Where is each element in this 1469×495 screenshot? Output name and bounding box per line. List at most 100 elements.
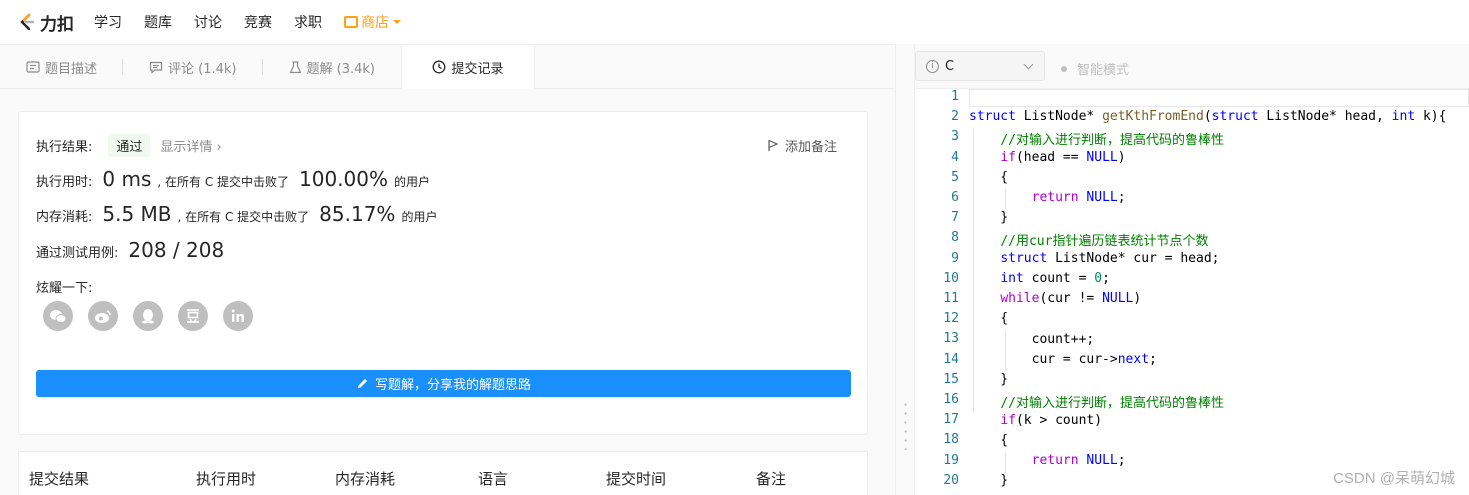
nav-discuss[interactable]: 讨论 bbox=[194, 12, 222, 32]
line-number: 20 bbox=[943, 472, 959, 488]
tab-description[interactable]: 题目描述 bbox=[0, 45, 124, 89]
code-line-15: } bbox=[969, 372, 1009, 387]
top-navbar: 力扣 学习 题库 讨论 竞赛 求职 商店 bbox=[0, 0, 1469, 44]
nav-problems[interactable]: 题库 bbox=[144, 12, 172, 32]
share-row: 炫耀一下: bbox=[36, 277, 92, 296]
line-number: 1 bbox=[951, 89, 959, 104]
line-number: 3 bbox=[951, 129, 959, 145]
line-number: 17 bbox=[943, 412, 959, 428]
runtime-tail: 的用户 bbox=[394, 175, 431, 189]
watermark: CSDN @呆萌幻城 bbox=[1333, 470, 1455, 487]
leetcode-logo[interactable]: 力扣 bbox=[18, 10, 74, 35]
line-number: 13 bbox=[943, 331, 959, 347]
code-line-20: } bbox=[969, 473, 1009, 488]
code-line-17: if(k > count) bbox=[1000, 413, 1103, 428]
col-submit-time: 提交时间 bbox=[606, 470, 667, 488]
smart-mode-label: 智能模式 bbox=[1077, 63, 1130, 78]
line-number: 6 bbox=[951, 190, 959, 205]
write-solution-label: 写题解，分享我的解题思路 bbox=[374, 378, 531, 393]
nav-jobs[interactable]: 求职 bbox=[294, 12, 322, 32]
add-note-button[interactable]: 添加备注 bbox=[767, 136, 837, 155]
code-line-12: { bbox=[969, 311, 1009, 326]
code-editor[interactable]: 1 2 3 4 5 6 7 8 9 10 11 12 13 14 15 16 17 18 19 20 struct L… bbox=[915, 89, 1469, 495]
language-value: C bbox=[945, 58, 955, 74]
pane-splitter[interactable] bbox=[895, 44, 915, 495]
line-number-gutter: 1 2 3 4 5 6 7 8 9 10 11 12 13 14 15 16 17 18 19 20 bbox=[915, 89, 967, 495]
nav-store-label: 商店 bbox=[361, 15, 389, 31]
logo-text: 力扣 bbox=[40, 14, 74, 35]
code-line-11: while(cur != NULL) bbox=[1000, 291, 1142, 306]
submissions-table-header: 提交结果 执行用时 内存消耗 语言 提交时间 备注 bbox=[18, 451, 868, 495]
line-number: 5 bbox=[951, 169, 959, 185]
show-details-link[interactable]: 显示详情 › bbox=[160, 136, 221, 155]
code-line-8: //用cur指针遍历链表统计节点个数 bbox=[1000, 234, 1209, 249]
testcases-row: 通过测试用例: 208 / 208 bbox=[36, 238, 230, 262]
comment-icon bbox=[149, 61, 163, 74]
line-number: 8 bbox=[951, 230, 959, 246]
status-badge: 通过 bbox=[108, 134, 151, 157]
weibo-icon[interactable] bbox=[88, 301, 118, 331]
runtime-percent: 100.00% bbox=[299, 167, 388, 191]
line-number: 7 bbox=[951, 210, 959, 226]
current-line-highlight bbox=[969, 89, 1469, 107]
qq-icon[interactable] bbox=[133, 301, 163, 331]
smart-mode-toggle[interactable]: 智能模式 bbox=[1061, 59, 1129, 78]
chevron-down-icon bbox=[1023, 59, 1034, 70]
code-line-19: return NULL; bbox=[1031, 453, 1126, 468]
code-line-2: struct ListNode* getKthFromEnd(struct Li… bbox=[969, 109, 1447, 124]
submission-pane: 执行结果: 通过 显示详情 › 添加备注 执行用时: 0 ms , 在所有 C … bbox=[0, 89, 895, 495]
dot-icon bbox=[1061, 65, 1067, 72]
logo-icon bbox=[20, 13, 35, 31]
col-language: 语言 bbox=[478, 470, 509, 488]
nav-store[interactable]: 商店 bbox=[344, 12, 401, 32]
linkedin-icon[interactable] bbox=[223, 301, 253, 331]
line-number: 18 bbox=[943, 432, 959, 448]
code-line-10: int count = 0; bbox=[1000, 271, 1110, 286]
code-line-13: count++; bbox=[969, 332, 1095, 347]
wechat-icon[interactable] bbox=[43, 301, 73, 331]
tab-comments[interactable]: 评论 (1.4k) bbox=[123, 45, 263, 89]
line-number: 15 bbox=[943, 371, 959, 387]
editor-toolbar: i C 智能模式 bbox=[915, 44, 1469, 89]
line-number: 14 bbox=[943, 351, 959, 367]
write-solution-button[interactable]: 写题解，分享我的解题思路 bbox=[36, 370, 851, 397]
memory-label: 内存消耗: bbox=[36, 210, 93, 225]
document-icon bbox=[26, 61, 40, 73]
tab-solutions[interactable]: 题解 (3.4k) bbox=[263, 45, 401, 89]
code-line-5: { bbox=[969, 170, 1009, 185]
tab-comments-label: 评论 (1.4k) bbox=[168, 61, 237, 77]
code-line-9: struct ListNode* cur = head; bbox=[1000, 251, 1220, 266]
testcases-value: 208 / 208 bbox=[128, 238, 225, 262]
nav-links: 学习 题库 讨论 竞赛 求职 商店 bbox=[94, 12, 423, 32]
line-number: 2 bbox=[951, 109, 959, 125]
code-line-7: } bbox=[969, 210, 1009, 225]
info-icon: i bbox=[926, 59, 939, 73]
runtime-value: 0 ms bbox=[102, 167, 152, 191]
line-number: 19 bbox=[943, 452, 959, 468]
col-notes: 备注 bbox=[756, 470, 787, 488]
memory-value: 5.5 MB bbox=[102, 202, 172, 226]
douban-icon[interactable] bbox=[178, 301, 208, 331]
runtime-beats-text: , 在所有 C 提交中击败了 bbox=[157, 175, 290, 189]
add-note-label: 添加备注 bbox=[784, 140, 837, 155]
col-result: 提交结果 bbox=[29, 470, 90, 488]
nav-learn[interactable]: 学习 bbox=[94, 12, 122, 32]
line-number: 4 bbox=[951, 149, 959, 165]
problem-tabs: 题目描述 评论 (1.4k) 题解 (3.4k) 提交记录 bbox=[0, 44, 895, 89]
tab-solutions-label: 题解 (3.4k) bbox=[306, 61, 375, 77]
tab-submissions[interactable]: 提交记录 bbox=[400, 45, 535, 89]
code-line-3: //对输入进行判断，提高代码的鲁棒性 bbox=[1000, 133, 1224, 148]
tab-submissions-label: 提交记录 bbox=[451, 61, 504, 77]
col-runtime: 执行用时 bbox=[196, 470, 257, 488]
code-line-18: { bbox=[969, 433, 1009, 448]
flag-icon bbox=[768, 139, 779, 151]
memory-tail: 的用户 bbox=[401, 210, 438, 224]
language-select[interactable]: i C bbox=[915, 51, 1045, 81]
line-number: 12 bbox=[943, 311, 959, 327]
drag-handle-icon[interactable] bbox=[904, 400, 907, 450]
flask-icon bbox=[289, 60, 302, 74]
nav-contest[interactable]: 竞赛 bbox=[244, 12, 272, 32]
memory-row: 内存消耗: 5.5 MB , 在所有 C 提交中击败了 85.17% 的用户 bbox=[36, 202, 437, 226]
share-label: 炫耀一下: bbox=[36, 281, 93, 296]
runtime-label: 执行用时: bbox=[36, 175, 93, 190]
